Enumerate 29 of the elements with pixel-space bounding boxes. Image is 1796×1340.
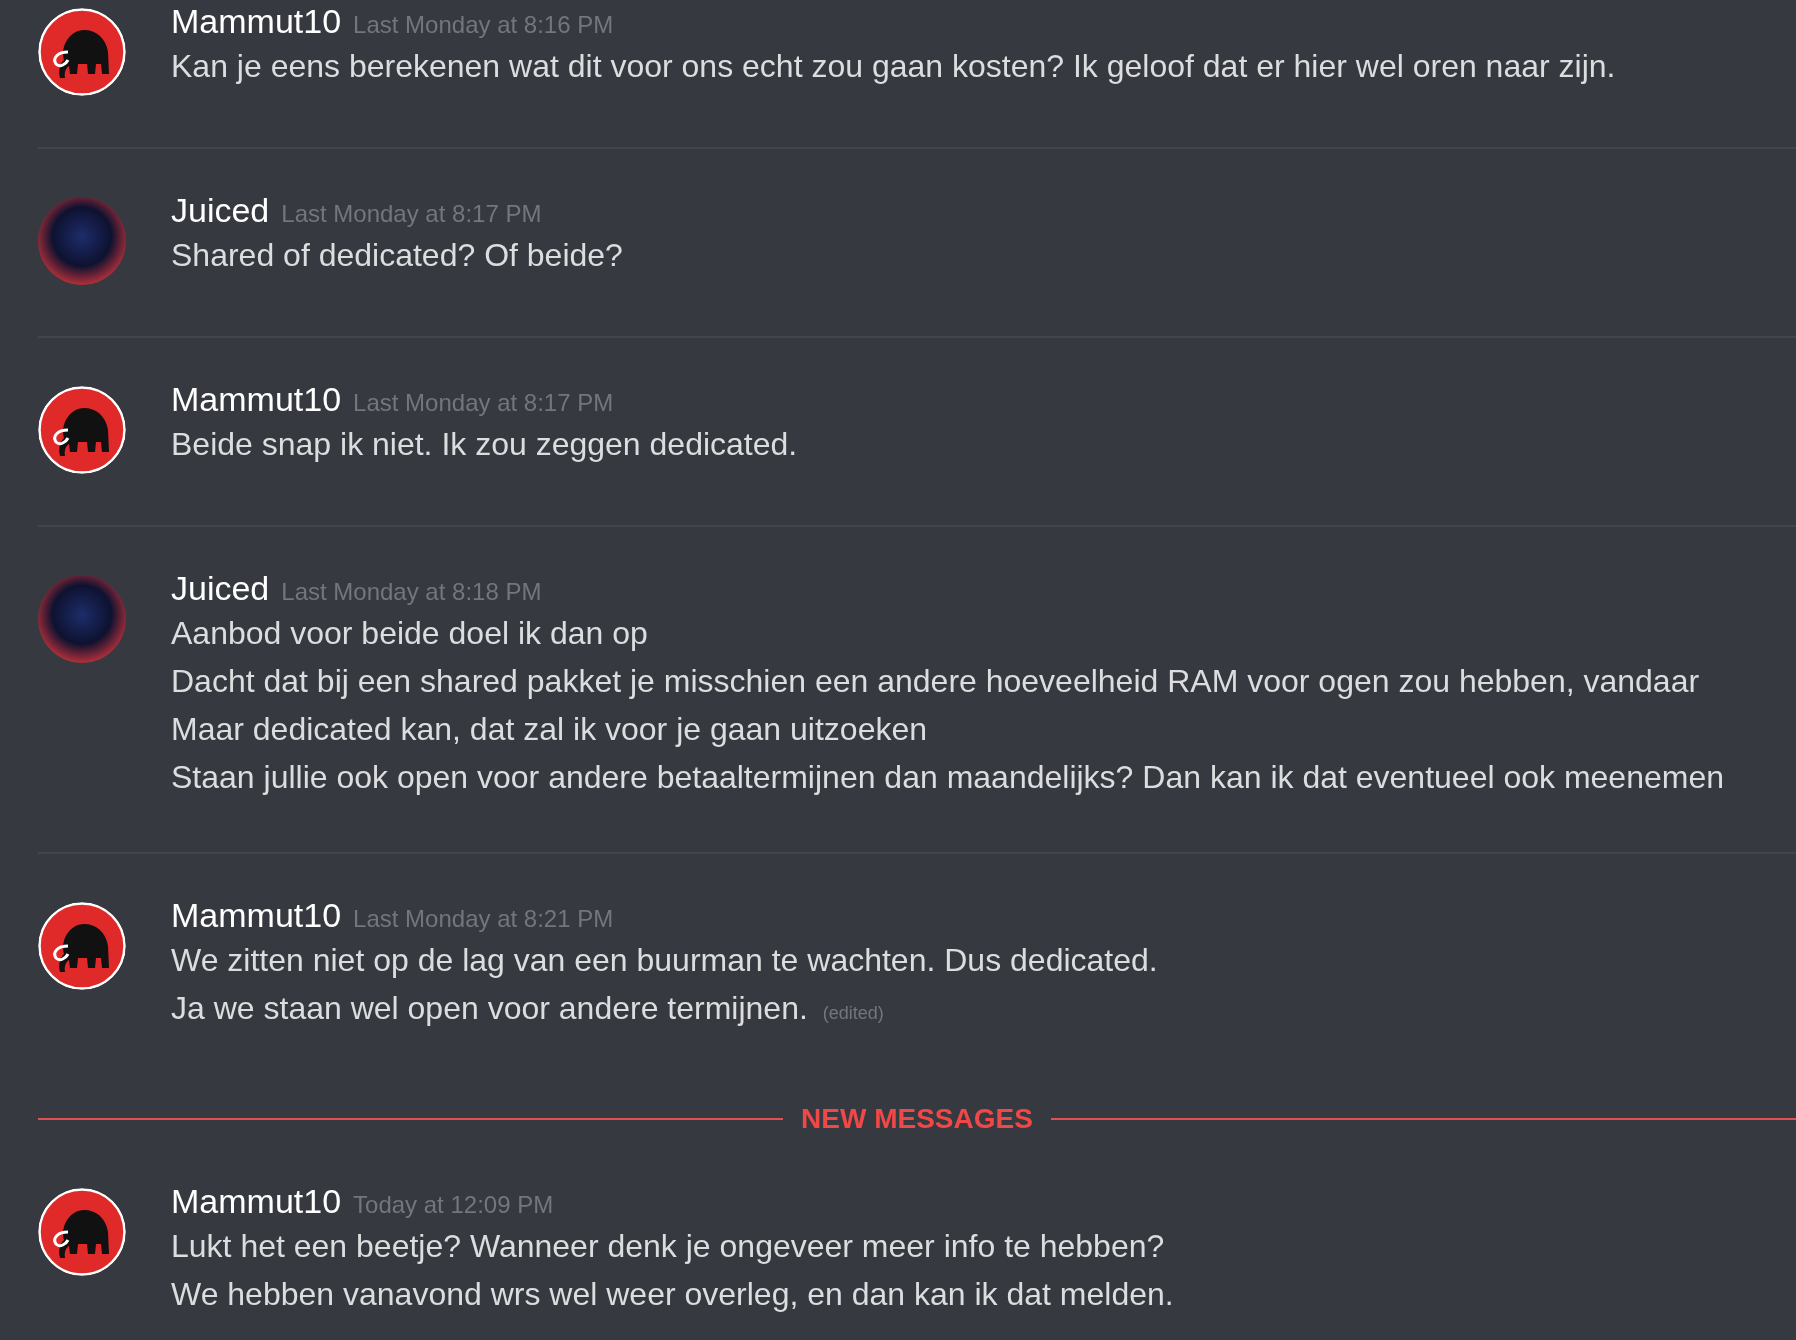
message-text: Staan jullie ook open voor andere betaaltermijnen dan maandelijks? Dan kan ik dat eventueel ook meenemen [171,759,1724,795]
mammoth-avatar[interactable] [38,1188,126,1276]
message-text: Lukt het een beetje? Wanneer denk je ongeveer meer info te hebben? [171,1228,1165,1264]
message-timestamp: Last Monday at 8:21 PM [353,905,614,933]
mammoth-avatar[interactable] [38,902,126,990]
message-text: Ja we staan wel open voor andere termijnen. [171,990,808,1026]
message-text: Maar dedicated kan, dat zal ik voor je gaan uitzoeken [171,711,927,747]
author-name[interactable]: Juiced [171,191,270,230]
message-text: Aanbod voor beide doel ik dan op [171,615,648,651]
message-text: Shared of dedicated? Of beide? [171,237,623,273]
message-text: We hebben vanavond wrs wel weer overleg, en dan kan ik dat melden. [171,1276,1174,1312]
author-name[interactable]: Mammut10 [171,896,342,935]
message-timestamp: Last Monday at 8:17 PM [281,200,542,228]
message-text: Beide snap ik niet. Ik zou zeggen dedicated. [171,426,798,462]
new-messages-divider: NEW MESSAGES [801,1103,1033,1135]
edited-label: (edited) [822,1003,884,1023]
message-timestamp: Last Monday at 8:16 PM [353,11,614,39]
message-timestamp: Last Monday at 8:17 PM [353,389,614,417]
author-name[interactable]: Mammut10 [171,2,342,41]
author-name[interactable]: Mammut10 [171,380,342,419]
message-text: Dacht dat bij een shared pakket je misschien een andere hoeveelheid RAM voor ogen zou hebben, vandaar [171,663,1700,699]
message-timestamp: Last Monday at 8:18 PM [281,578,542,606]
message-timestamp: Today at 12:09 PM [353,1191,554,1219]
message-text: We zitten niet op de lag van een buurman te wachten. Dus dedicated. [171,942,1158,978]
message-text: Kan je eens berekenen wat dit voor ons echt zou gaan kosten? Ik geloof dat er hier wel oren naar zijn. [171,48,1616,84]
mammoth-avatar[interactable] [38,8,126,96]
author-name[interactable]: Juiced [171,569,270,608]
mammoth-avatar[interactable] [38,386,126,474]
author-name[interactable]: Mammut10 [171,1182,342,1221]
